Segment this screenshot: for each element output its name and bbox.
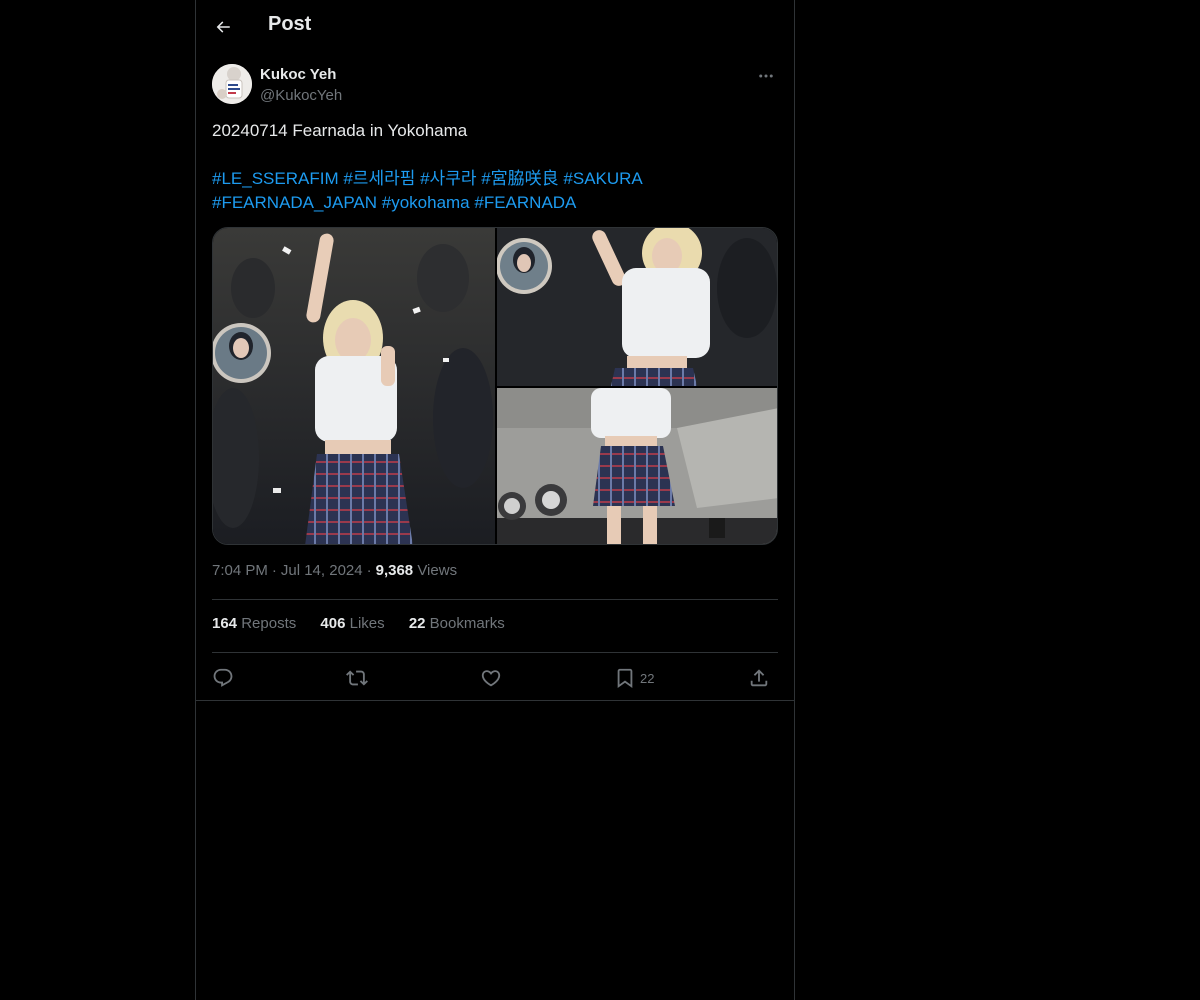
hashtag-link[interactable]: #LE_SSERAFIM xyxy=(212,169,339,188)
reply-icon xyxy=(213,668,233,687)
bookmarks-stat[interactable]: 22 Bookmarks xyxy=(409,615,505,632)
divider xyxy=(196,700,794,701)
hashtag-link[interactable]: #FEARNADA xyxy=(474,193,576,212)
hashtags-line-2: #FEARNADA_JAPAN #yokohama #FEARNADA xyxy=(212,191,778,215)
hashtag-link[interactable]: #FEARNADA_JAPAN xyxy=(212,193,377,212)
hashtag-link[interactable]: #르세라핌 xyxy=(343,169,415,188)
likes-count: 406 xyxy=(320,615,346,632)
views-label: Views xyxy=(417,562,458,579)
concert-photo-image xyxy=(497,388,777,544)
likes-stat[interactable]: 406 Likes xyxy=(320,615,384,632)
timestamp-row: 7:04 PM · Jul 14, 2024 · 9,368 Views xyxy=(212,562,457,579)
action-bar: 22 xyxy=(212,664,778,692)
hashtag-link[interactable]: #yokohama xyxy=(382,193,470,212)
separator-dot: · xyxy=(271,562,277,579)
post-time[interactable]: 7:04 PM xyxy=(212,562,268,579)
share-icon xyxy=(750,669,768,687)
likes-label: Likes xyxy=(349,615,385,632)
post-column: Post Kukoc Yeh @KukocYeh 20240714 Fearna… xyxy=(195,0,795,1000)
bookmarks-label: Bookmarks xyxy=(429,615,505,632)
stats-row: 164 Reposts 406 Likes 22 Bookmarks xyxy=(212,615,525,632)
concert-photo-image xyxy=(497,228,777,386)
author-handle[interactable]: @KukocYeh xyxy=(260,87,342,104)
arrow-left-icon xyxy=(216,21,230,33)
hashtags-line-1: #LE_SSERAFIM #르세라핌 #사쿠라 #宮脇咲良 #SAKURA xyxy=(212,167,778,191)
back-button[interactable] xyxy=(210,14,236,40)
tweet-text: 20240714 Fearnada in Yokohama #LE_SSERAF… xyxy=(212,119,778,215)
bookmark-icon xyxy=(617,668,633,689)
photo-1[interactable] xyxy=(213,228,495,544)
divider xyxy=(212,599,778,600)
author-display-name[interactable]: Kukoc Yeh xyxy=(260,66,336,83)
reposts-stat[interactable]: 164 Reposts xyxy=(212,615,296,632)
avatar-image xyxy=(212,64,252,104)
views-count: 9,368 xyxy=(375,562,414,579)
reposts-label: Reposts xyxy=(241,615,297,632)
bookmarks-count: 22 xyxy=(408,615,426,632)
top-bar: Post xyxy=(196,0,794,53)
separator-dot: · xyxy=(366,562,372,579)
heart-icon xyxy=(481,670,501,687)
avatar[interactable] xyxy=(212,64,252,104)
photo-3[interactable] xyxy=(497,388,777,544)
bookmark-count: 22 xyxy=(640,670,655,686)
like-button[interactable] xyxy=(480,664,502,692)
photo-2[interactable] xyxy=(497,228,777,386)
bookmark-button[interactable]: 22 xyxy=(614,664,654,692)
repost-icon xyxy=(346,670,368,686)
divider xyxy=(212,652,778,653)
share-button[interactable] xyxy=(748,664,770,692)
repost-button[interactable] xyxy=(346,664,368,692)
reply-button[interactable] xyxy=(212,664,234,692)
tweet-body-text: 20240714 Fearnada in Yokohama xyxy=(212,121,468,140)
post-date[interactable]: Jul 14, 2024 xyxy=(281,562,363,579)
concert-photo-image xyxy=(213,228,495,544)
author-row: Kukoc Yeh @KukocYeh xyxy=(212,64,778,106)
hashtag-link[interactable]: #SAKURA xyxy=(563,169,642,188)
hashtag-link[interactable]: #사쿠라 xyxy=(420,169,476,188)
page-title: Post xyxy=(268,13,312,35)
more-options-button[interactable] xyxy=(754,64,778,88)
reposts-count: 164 xyxy=(212,615,238,632)
media-grid xyxy=(212,227,778,545)
hashtag-link[interactable]: #宮脇咲良 xyxy=(481,169,558,188)
more-horizontal-icon xyxy=(759,74,773,78)
